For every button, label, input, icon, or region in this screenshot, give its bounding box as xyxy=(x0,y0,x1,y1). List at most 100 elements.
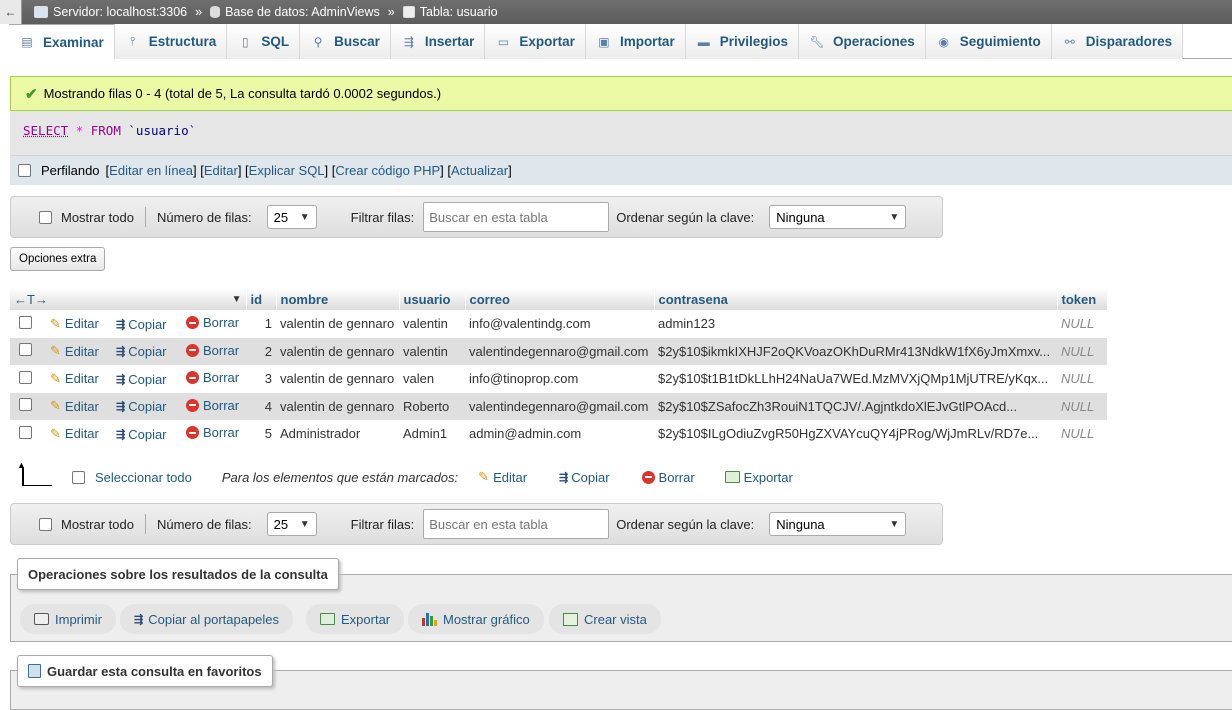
cell-usuario[interactable]: Roberto xyxy=(399,392,465,420)
tab-browse[interactable]: ▤ Examinar xyxy=(9,24,115,59)
rows-select[interactable]: 25 ▼ xyxy=(266,205,317,229)
delete-row-button[interactable]: Borrar xyxy=(186,370,239,385)
cell-correo[interactable]: info@valentindg.com xyxy=(465,310,654,338)
bulk-delete-button[interactable]: Borrar xyxy=(641,470,695,485)
cell-id[interactable]: 3 xyxy=(246,365,276,393)
copy-row-button[interactable]: ⇶ Copiar xyxy=(116,372,167,387)
show-all-checkbox[interactable] xyxy=(39,517,52,531)
edit-row-button[interactable]: ✎ Editar xyxy=(50,343,99,359)
tab-structure[interactable]: ⫯ Estructura xyxy=(114,24,228,59)
tab-export[interactable]: ▭ Exportar xyxy=(485,24,586,59)
link-create-php[interactable]: Crear código PHP xyxy=(335,163,440,178)
row-checkbox[interactable] xyxy=(19,370,32,384)
tab-import[interactable]: ▣ Importar xyxy=(585,24,686,59)
delete-row-button[interactable]: Borrar xyxy=(186,343,239,358)
cell-contrasena[interactable]: $2y$10$ZSafocZh3RouiN1TQCJV/.AgjntkdoXlE… xyxy=(654,392,1057,420)
collapse-left-icon[interactable]: ← xyxy=(0,0,22,24)
column-header-contrasena[interactable]: contrasena xyxy=(654,288,1058,310)
edit-row-button[interactable]: ✎ Editar xyxy=(50,316,99,332)
edit-row-button[interactable]: ✎ Editar xyxy=(50,426,99,442)
export-results-button[interactable]: Exportar xyxy=(306,604,405,634)
cell-correo[interactable]: info@tinoprop.com xyxy=(465,365,654,393)
column-header-nombre[interactable]: nombre xyxy=(276,288,400,310)
filter-input[interactable]: Buscar en esta tabla xyxy=(423,202,610,232)
row-checkbox[interactable] xyxy=(19,315,32,329)
cell-id[interactable]: 5 xyxy=(246,420,276,448)
cell-correo[interactable]: valentindegennaro@gmail.com xyxy=(465,337,654,365)
tab-insert[interactable]: ⇶ Insertar xyxy=(390,24,486,59)
link-refresh[interactable]: Actualizar xyxy=(451,163,508,178)
select-all-checkbox[interactable] xyxy=(72,470,85,484)
tab-triggers[interactable]: ⚯ Disparadores xyxy=(1051,24,1184,59)
select-all-link[interactable]: Seleccionar todo xyxy=(95,470,192,485)
cell-usuario[interactable]: valen xyxy=(399,365,465,393)
cell-correo[interactable]: admin@admin.com xyxy=(465,420,654,448)
link-explain-sql[interactable]: Explicar SQL xyxy=(249,163,325,178)
sql-query-box[interactable]: SELECT * FROM `usuario` xyxy=(10,111,1232,155)
show-all-checkbox[interactable] xyxy=(39,210,52,224)
cell-contrasena[interactable]: $2y$10$ikmkIXHJF2oQKVoazOKhDuRMr413NdkW1… xyxy=(654,337,1057,365)
show-chart-button[interactable]: Mostrar gráfico xyxy=(408,604,544,634)
row-checkbox[interactable] xyxy=(19,425,32,439)
copy-row-button[interactable]: ⇶ Copiar xyxy=(116,317,167,332)
cell-usuario[interactable]: valentin xyxy=(399,337,465,365)
cell-usuario[interactable]: valentin xyxy=(399,310,465,338)
column-header-token[interactable]: token xyxy=(1057,288,1108,310)
cell-id[interactable]: 2 xyxy=(246,337,276,365)
cell-nombre[interactable]: valentin de gennaro xyxy=(276,365,399,393)
delete-row-button[interactable]: Borrar xyxy=(186,398,239,413)
bulk-copy-button[interactable]: ⇶ Copiar xyxy=(559,470,610,485)
cell-token[interactable]: NULL xyxy=(1057,392,1107,420)
cell-contrasena[interactable]: admin123 xyxy=(654,310,1057,338)
column-header-id[interactable]: id xyxy=(246,288,277,310)
cell-correo[interactable]: valentindegennaro@gmail.com xyxy=(465,392,654,420)
cell-token[interactable]: NULL xyxy=(1057,337,1107,365)
copy-row-button[interactable]: ⇶ Copiar xyxy=(116,427,167,442)
print-button[interactable]: Imprimir xyxy=(20,604,116,634)
copy-row-button[interactable]: ⇶ Copiar xyxy=(116,344,167,359)
cell-contrasena[interactable]: $2y$10$t1B1tDkLLhH24NaUa7WEd.MzMVXjQMp1M… xyxy=(654,365,1057,393)
tab-sql[interactable]: ▯ SQL xyxy=(227,24,301,59)
breadcrumb-database[interactable]: Base de datos: AdminViews xyxy=(210,5,380,19)
link-edit[interactable]: Editar xyxy=(204,163,238,178)
sort-select[interactable]: Ninguna ▼ xyxy=(769,512,907,536)
cell-token[interactable]: NULL xyxy=(1057,365,1107,393)
row-checkbox[interactable] xyxy=(19,398,32,412)
column-header-usuario[interactable]: usuario xyxy=(399,288,466,310)
cell-usuario[interactable]: Admin1 xyxy=(399,420,465,448)
cell-id[interactable]: 4 xyxy=(246,392,276,420)
profiling-checkbox[interactable] xyxy=(18,164,31,177)
breadcrumb-server[interactable]: Servidor: localhost:3306 xyxy=(34,5,187,19)
cell-nombre[interactable]: valentin de gennaro xyxy=(276,392,399,420)
cell-nombre[interactable]: Administrador xyxy=(276,420,399,448)
link-inline-edit[interactable]: Editar en línea xyxy=(109,163,193,178)
chevron-down-icon[interactable]: ▼ xyxy=(232,294,242,305)
tab-operations[interactable]: 🔧︎ Operaciones xyxy=(798,24,926,59)
copy-row-button[interactable]: ⇶ Copiar xyxy=(116,399,167,414)
breadcrumb-table-label[interactable]: Tabla: usuario xyxy=(420,5,498,19)
tab-search[interactable]: ⚲ Buscar xyxy=(300,24,391,59)
copy-clipboard-button[interactable]: ⇶ Copiar al portapapeles xyxy=(120,604,294,634)
filter-input[interactable]: Buscar en esta tabla xyxy=(423,509,610,539)
extra-options-button[interactable]: Opciones extra xyxy=(10,247,106,271)
cell-nombre[interactable]: valentin de gennaro xyxy=(276,310,399,338)
column-header-correo[interactable]: correo xyxy=(465,288,655,310)
delete-row-button[interactable]: Borrar xyxy=(186,425,239,440)
cell-contrasena[interactable]: $2y$10$ILgOdiuZvgR50HgZXVAYcuQY4jPRog/Wj… xyxy=(654,420,1057,448)
row-checkbox[interactable] xyxy=(19,343,32,357)
breadcrumb-table[interactable]: Tabla: usuario xyxy=(402,5,498,19)
create-view-button[interactable]: Crear vista xyxy=(549,604,661,634)
tab-tracking[interactable]: ◉ Seguimiento xyxy=(925,24,1052,59)
edit-row-button[interactable]: ✎ Editar xyxy=(50,371,99,387)
cell-nombre[interactable]: valentin de gennaro xyxy=(276,337,399,365)
cell-id[interactable]: 1 xyxy=(246,310,276,338)
bulk-export-button[interactable]: Exportar xyxy=(724,470,793,485)
breadcrumb-database-label[interactable]: Base de datos: AdminViews xyxy=(225,5,380,19)
breadcrumb-server-label[interactable]: Servidor: localhost:3306 xyxy=(53,5,187,19)
rows-select[interactable]: 25 ▼ xyxy=(266,512,317,536)
column-arrows-icon[interactable]: ←T→ xyxy=(14,292,48,307)
bulk-edit-button[interactable]: ✎ Editar xyxy=(478,469,527,485)
delete-row-button[interactable]: Borrar xyxy=(186,315,239,330)
edit-row-button[interactable]: ✎ Editar xyxy=(50,398,99,414)
cell-token[interactable]: NULL xyxy=(1057,420,1107,448)
